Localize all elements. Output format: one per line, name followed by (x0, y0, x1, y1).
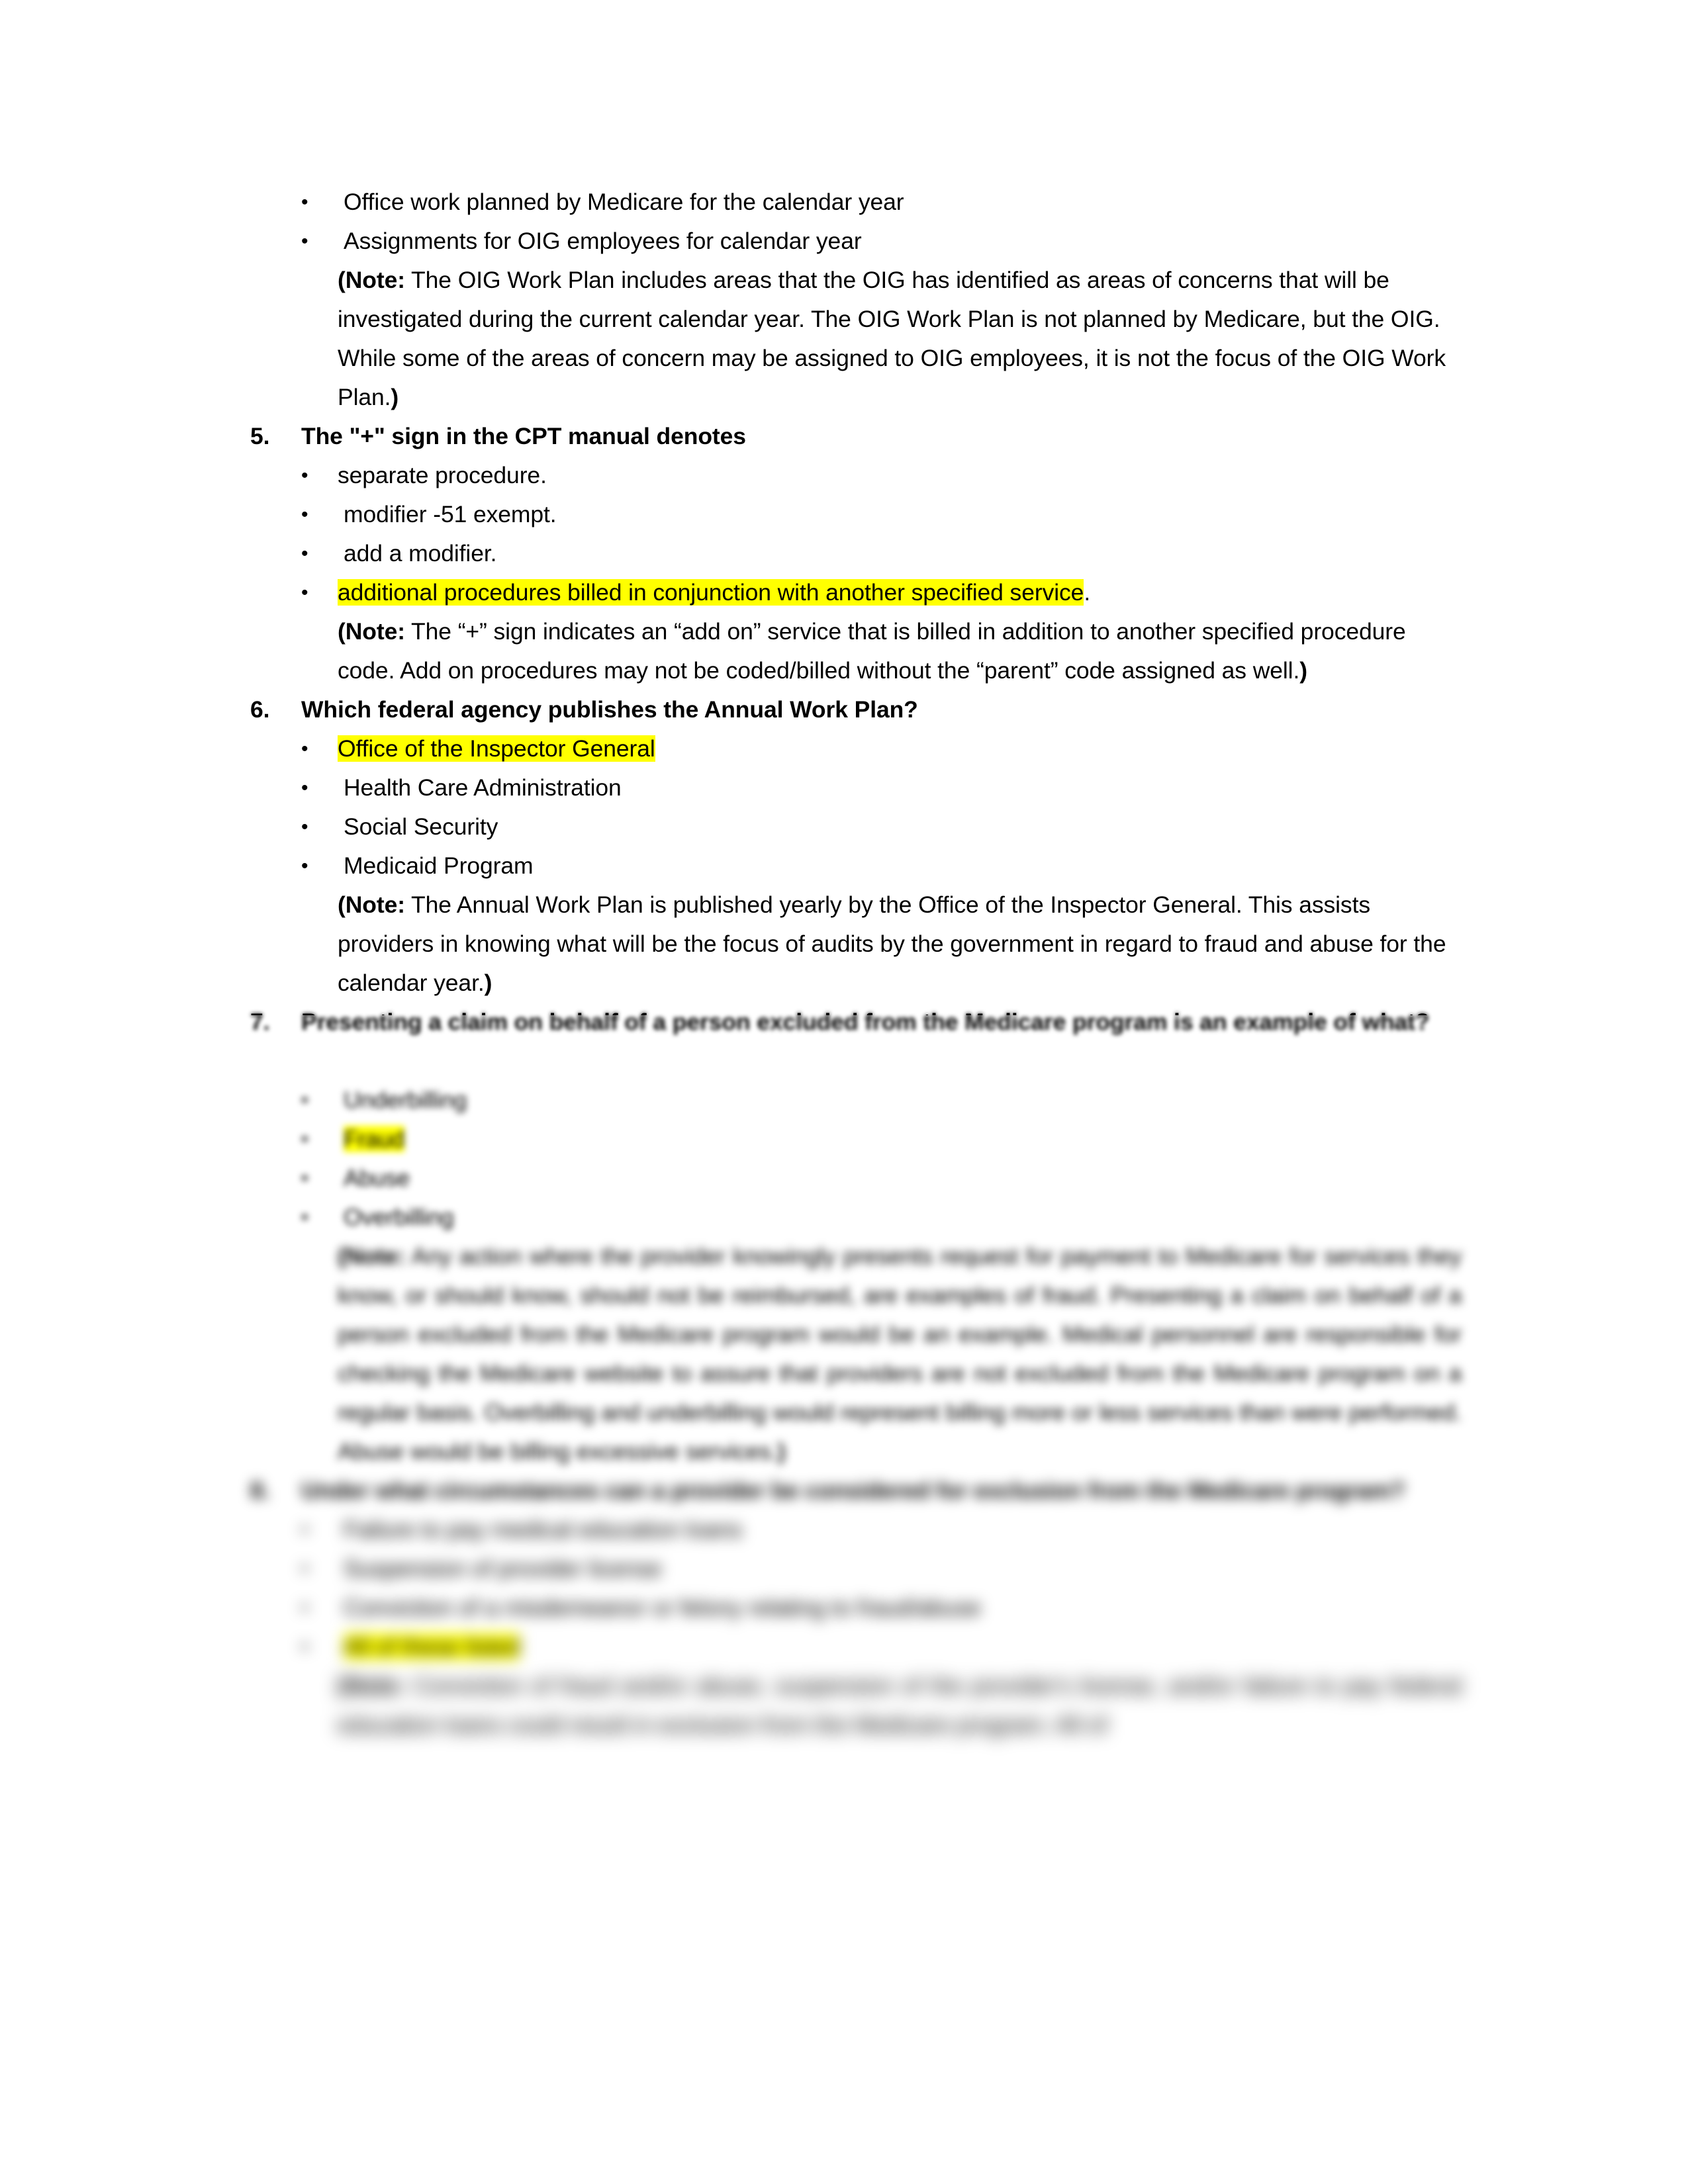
list-item-label: Social Security (344, 813, 498, 840)
highlighted-answer: Office of the Inspector General (338, 735, 655, 762)
note-closing-paren: ) (777, 1438, 786, 1465)
bullet-glyph: • (301, 738, 308, 760)
note-closing-paren: ) (391, 384, 399, 410)
document-text-column: • Office work planned by Medicare for th… (250, 183, 1462, 1745)
question-text: Which federal agency publishes the Annua… (301, 696, 918, 723)
note-label: (Note: (338, 891, 405, 918)
question-number: 5. (250, 423, 270, 449)
bullet-glyph: • (301, 1636, 308, 1658)
bullet-glyph: • (301, 1089, 308, 1111)
bullet-glyph: • (301, 1167, 308, 1189)
list-item-label: Failure to pay medical education loans (344, 1516, 743, 1543)
bullet-glyph: • (301, 1597, 308, 1619)
question-number-sharp: 7. (250, 1003, 301, 1015)
list-item-label: add a modifier. (344, 540, 497, 567)
question-8-wrapper: 8. Under what circumstances can a provid… (250, 1471, 1462, 1510)
highlighted-answer: Fraud (344, 1126, 405, 1152)
list-item: • Assignments for OIG employees for cale… (250, 222, 1462, 261)
q7-note-group: (Note: Any action where the provider kno… (250, 1237, 1462, 1471)
note-body: The “+” sign indicates an “add on” servi… (338, 618, 1406, 684)
bullet-glyph: • (301, 230, 308, 252)
note-body: Conviction of fraud and/or abuse, suspen… (338, 1672, 1462, 1738)
list-item: • Underbilling (250, 1081, 1462, 1120)
list-item: • add a modifier. (250, 534, 1462, 573)
bullet-glyph: • (301, 504, 308, 525)
list-item: • Conviction of a misdemeanor or felony … (250, 1588, 1462, 1627)
list-item: • Social Security (250, 807, 1462, 846)
note-label: (Note: (338, 1672, 405, 1699)
bullet-glyph: • (301, 1519, 308, 1541)
explanatory-note: (Note: The “+” sign indicates an “add on… (338, 612, 1462, 690)
list-item-label: modifier -51 exempt. (344, 501, 557, 527)
list-item-correct-answer: • additional procedures billed in conjun… (250, 573, 1462, 612)
note-body: Any action where the provider knowingly … (338, 1243, 1462, 1465)
note-body: The Annual Work Plan is published yearly… (338, 891, 1446, 996)
list-item-correct-answer: • Office of the Inspector General (250, 729, 1462, 768)
highlighted-answer: additional procedures billed in conjunct… (338, 579, 1084, 606)
question-5: 5. The "+" sign in the CPT manual denote… (250, 417, 1462, 456)
document-page: • Office work planned by Medicare for th… (0, 0, 1688, 2184)
list-item-correct-answer: • Fraud (250, 1120, 1462, 1159)
question-7-sharp-copy: 7. Presenting a claim on behalf of a per… (250, 1003, 1462, 1015)
list-item: • Health Care Administration (250, 768, 1462, 807)
bullet-glyph: • (301, 1206, 308, 1228)
list-item-label: Conviction of a misdemeanor or felony re… (344, 1594, 981, 1621)
list-item-label: Office work planned by Medicare for the … (344, 189, 904, 215)
list-item-label: Overbilling (344, 1204, 454, 1230)
list-item: • Overbilling (250, 1198, 1462, 1237)
list-item: • separate procedure. (250, 456, 1462, 495)
bullet-glyph: • (301, 582, 308, 604)
list-item-label: Suspension of provider license (344, 1555, 662, 1582)
explanatory-note: (Note: The OIG Work Plan includes areas … (338, 261, 1462, 417)
list-item: • Suspension of provider license (250, 1549, 1462, 1588)
question-text: Under what circumstances can a provider … (301, 1477, 1405, 1504)
list-item: • Abuse (250, 1159, 1462, 1198)
list-item-label: Assignments for OIG employees for calend… (344, 228, 862, 254)
bullet-glyph: • (301, 1128, 308, 1150)
bullet-glyph: • (301, 855, 308, 877)
bullet-glyph: • (301, 1558, 308, 1580)
list-item-label: Underbilling (344, 1087, 467, 1113)
note-closing-paren: ) (1299, 657, 1307, 684)
note-label: (Note: (338, 1243, 405, 1269)
question-7-sharp-sliver: 7. Presenting a claim on behalf of a per… (250, 1003, 1462, 1015)
question-text: The "+" sign in the CPT manual denotes (301, 423, 746, 449)
bullet-glyph: • (301, 777, 308, 799)
highlighted-answer: All of these listed (344, 1633, 520, 1660)
explanatory-note: (Note: Any action where the provider kno… (338, 1237, 1462, 1471)
list-item: • Medicaid Program (250, 846, 1462, 886)
list-item-label: Medicaid Program (344, 852, 534, 879)
bullet-glyph: • (301, 816, 308, 838)
note-closing-paren: ) (484, 970, 492, 996)
explanatory-note: (Note: The Annual Work Plan is published… (338, 886, 1462, 1003)
list-item-correct-answer: • All of these listed (250, 1627, 1462, 1666)
answer-trailing-period: . (1084, 579, 1091, 606)
question-6: 6. Which federal agency publishes the An… (250, 690, 1462, 729)
list-item: • modifier -51 exempt. (250, 495, 1462, 534)
list-item-label: separate procedure. (338, 462, 547, 488)
note-label: (Note: (338, 267, 405, 293)
list-item: • Office work planned by Medicare for th… (250, 183, 1462, 222)
question-8: 8. Under what circumstances can a provid… (250, 1471, 1462, 1510)
list-item: • Failure to pay medical education loans (250, 1510, 1462, 1549)
question-7-wrapper: 7. Presenting a claim on behalf of a per… (250, 1003, 1462, 1081)
note-label: (Note: (338, 618, 405, 645)
question-text-sharp: Presenting a claim on behalf of a person… (301, 1003, 1462, 1015)
q7-options-group: • Underbilling • Fraud • Abuse • Overbil… (250, 1081, 1462, 1237)
note-body: The OIG Work Plan includes areas that th… (338, 267, 1446, 410)
q8-note-group: (Note: Conviction of fraud and/or abuse,… (250, 1666, 1462, 1745)
q8-options-group: • Failure to pay medical education loans… (250, 1510, 1462, 1666)
question-number: 8. (250, 1477, 270, 1504)
bullet-glyph: • (301, 191, 308, 213)
list-item-label: Abuse (344, 1165, 410, 1191)
list-item-label: Health Care Administration (344, 774, 622, 801)
bullet-glyph: • (301, 465, 308, 486)
bullet-glyph: • (301, 543, 308, 565)
explanatory-note: (Note: Conviction of fraud and/or abuse,… (338, 1666, 1462, 1745)
question-number: 6. (250, 696, 270, 723)
